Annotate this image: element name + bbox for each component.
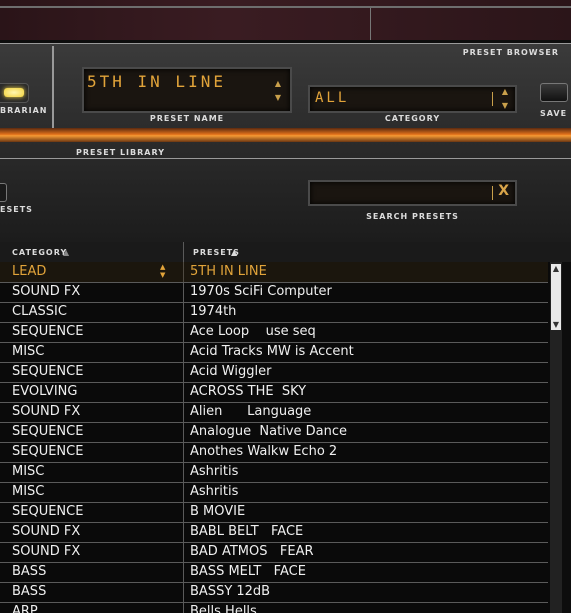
- table-row[interactable]: SEQUENCE B MOVIE: [0, 502, 548, 523]
- row-preset-name: Analogue Native Dance: [190, 424, 348, 439]
- scroll-up-icon[interactable]: ▲: [551, 264, 561, 274]
- librarian-led-icon: [4, 88, 24, 97]
- table-row[interactable]: SEQUENCE Anothes Walkw Echo 2: [0, 442, 548, 463]
- row-category: MISC: [12, 484, 45, 499]
- row-category: ARP: [12, 604, 38, 613]
- category-value: ALL: [315, 90, 350, 106]
- clear-search-icon[interactable]: X: [498, 183, 509, 199]
- preset-library-title: PRESET LIBRARY: [76, 148, 165, 157]
- row-category: SOUND FX: [12, 404, 81, 419]
- row-preset-name: 1974th: [190, 304, 237, 319]
- row-preset-name: BASSY 12dB: [190, 584, 271, 599]
- preset-name-stepper[interactable]: ▲ ▼: [272, 77, 284, 105]
- category-select[interactable]: ALL ▲ ▼: [308, 85, 517, 113]
- table-row[interactable]: SOUND FX Alien Language: [0, 402, 548, 423]
- save-label: SAVE: [540, 109, 568, 118]
- row-category: SEQUENCE: [12, 424, 84, 439]
- row-category: BASS: [12, 564, 47, 579]
- row-preset-name: ACROSS THE SKY: [190, 384, 307, 399]
- row-category: LEAD: [12, 264, 47, 279]
- row-preset-name: Ashritis: [190, 464, 239, 479]
- table-row[interactable]: SOUND FX 1970s SciFi Computer: [0, 282, 548, 303]
- table-row[interactable]: SOUND FX BAD ATMOS FEAR: [0, 542, 548, 563]
- scroll-down-icon[interactable]: ▼: [551, 320, 561, 330]
- row-preset-name: Anothes Walkw Echo 2: [190, 444, 338, 459]
- row-preset-name: Ace Loop use seq: [190, 324, 316, 339]
- category-label: CATEGORY: [384, 114, 441, 123]
- row-category: SEQUENCE: [12, 504, 84, 519]
- category-divider: [492, 92, 493, 106]
- row-category: SOUND FX: [12, 544, 81, 559]
- row-preset-name: Bells Hells: [190, 604, 257, 613]
- row-preset-name: BASS MELT FACE: [190, 564, 306, 579]
- category-column-header[interactable]: CATEGORY ▲: [0, 242, 183, 262]
- preset-rows: LEAD 5TH IN LINE ▲ ▼ SOUND FX 1970s SciFi Com…: [0, 262, 548, 613]
- table-row-selected[interactable]: LEAD 5TH IN LINE ▲ ▼: [0, 262, 548, 283]
- presets-column-header[interactable]: PRESETS ▲: [184, 242, 571, 262]
- search-presets-label: SEARCH PRESETS: [366, 212, 459, 221]
- table-row[interactable]: EVOLVING ACROSS THE SKY: [0, 382, 548, 403]
- preset-name-value: 5TH IN LINE: [87, 72, 226, 91]
- table-row[interactable]: ARP Bells Hells: [0, 602, 548, 613]
- down-arrow-icon[interactable]: ▼: [272, 91, 284, 105]
- save-button[interactable]: [540, 83, 568, 102]
- top-decor-band: [0, 0, 571, 40]
- table-row[interactable]: SEQUENCE Analogue Native Dance: [0, 422, 548, 443]
- row-category: SOUND FX: [12, 524, 81, 539]
- row-category: EVOLVING: [12, 384, 78, 399]
- category-stepper[interactable]: ▲ ▼: [499, 85, 511, 113]
- row-preset-name: BAD ATMOS FEAR: [190, 544, 314, 559]
- category-dropdown-icon[interactable]: ▲ ▼: [160, 263, 165, 279]
- down-arrow-icon[interactable]: ▼: [499, 99, 511, 113]
- row-preset-name: B MOVIE: [190, 504, 246, 519]
- table-row[interactable]: SOUND FX BABL BELT FACE: [0, 522, 548, 543]
- librarian-button[interactable]: [0, 83, 29, 103]
- library-divider-line: [0, 158, 571, 159]
- category-header-label: CATEGORY: [12, 248, 68, 257]
- table-row[interactable]: BASS BASSY 12dB: [0, 582, 548, 603]
- preset-browser-title: PRESET BROWSER: [462, 48, 559, 57]
- row-category: MISC: [12, 344, 45, 359]
- presets-toggle-label: ESETS: [0, 205, 33, 214]
- sort-asc-icon: ▲: [63, 248, 71, 257]
- table-row[interactable]: SEQUENCE Ace Loop use seq: [0, 322, 548, 343]
- row-category: MISC: [12, 464, 45, 479]
- row-preset-name: Ashritis: [190, 484, 239, 499]
- search-presets-input[interactable]: X: [308, 180, 517, 206]
- row-category: CLASSIC: [12, 304, 67, 319]
- search-divider: [492, 186, 493, 200]
- preset-name-display[interactable]: 5TH IN LINE ▲ ▼: [82, 67, 292, 113]
- up-arrow-icon[interactable]: ▲: [499, 85, 511, 99]
- table-row[interactable]: CLASSIC 1974th: [0, 302, 548, 323]
- table-row[interactable]: SEQUENCE Acid Wiggler: [0, 362, 548, 383]
- row-preset-name: Acid Tracks MW is Accent: [190, 344, 354, 359]
- orange-divider-strip: [0, 128, 571, 142]
- table-row[interactable]: MISC Acid Tracks MW is Accent: [0, 342, 548, 363]
- row-preset-name: BABL BELT FACE: [190, 524, 304, 539]
- preset-name-label: PRESET NAME: [149, 114, 225, 123]
- sort-asc-icon: ▲: [231, 248, 239, 257]
- row-preset-name: Alien Language: [190, 404, 312, 419]
- row-category: BASS: [12, 584, 47, 599]
- presets-toggle-button[interactable]: [0, 183, 7, 202]
- row-preset-name: 5TH IN LINE: [190, 264, 267, 279]
- row-category: SEQUENCE: [12, 324, 84, 339]
- table-row[interactable]: BASS BASS MELT FACE: [0, 562, 548, 583]
- up-arrow-icon[interactable]: ▲: [272, 77, 284, 91]
- row-category: SEQUENCE: [12, 364, 84, 379]
- row-category: SEQUENCE: [12, 444, 84, 459]
- row-category: SOUND FX: [12, 284, 81, 299]
- row-preset-name: Acid Wiggler: [190, 364, 272, 379]
- librarian-label: BRARIAN: [0, 106, 48, 115]
- table-row[interactable]: MISC Ashritis: [0, 462, 548, 483]
- row-preset-name: 1970s SciFi Computer: [190, 284, 332, 299]
- table-row[interactable]: MISC Ashritis: [0, 482, 548, 503]
